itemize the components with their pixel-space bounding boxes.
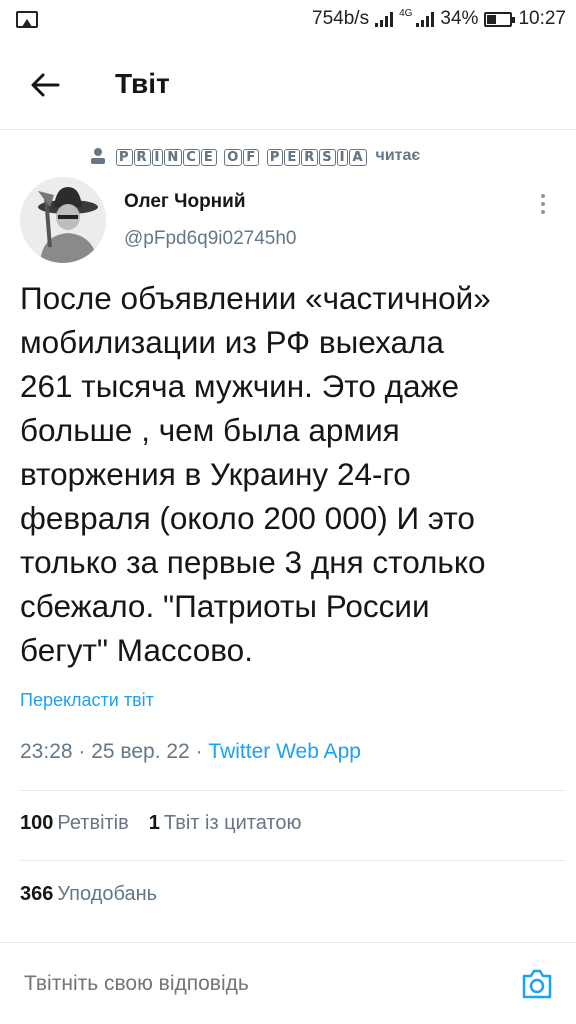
network-speed: 754b/s [312, 8, 370, 29]
avatar-image [20, 177, 106, 263]
reply-input[interactable] [24, 972, 464, 996]
quotes-stat[interactable]: 1 Твіт із цитатою [149, 812, 302, 835]
retweets-label: Ретвітів [57, 812, 129, 834]
tweet-meta: 23:28 · 25 вер. 22 · Twitter Web App [20, 740, 361, 764]
network-type: 4G [399, 8, 413, 19]
divider [20, 790, 566, 791]
meta-separator: · [195, 740, 209, 763]
battery-icon [484, 11, 516, 27]
context-user-name: PRINCE OF PERSIA [116, 146, 368, 166]
camera-icon[interactable] [520, 968, 554, 1000]
page-title: Твіт [115, 68, 170, 99]
likes-label: Уподобань [57, 883, 158, 905]
tweet-time: 23:28 [20, 740, 73, 763]
signal-icon-2 [416, 11, 435, 27]
tweet-text: После объявлении «частичной» мобилизации… [20, 280, 491, 668]
likes-stats: 366 Уподобань [20, 883, 157, 906]
retweet-stats: 100 Ретвітів 1 Твіт із цитатою [20, 812, 302, 835]
divider [20, 860, 566, 861]
translate-tweet-link[interactable]: Перекласти твіт [20, 690, 154, 711]
quotes-label: Твіт із цитатою [163, 812, 302, 834]
person-icon [91, 148, 105, 164]
reply-bar [0, 942, 576, 1024]
context-action: читає [375, 147, 421, 164]
social-context[interactable]: PRINCE OF PERSIA читає [88, 146, 420, 166]
retweets-stat[interactable]: 100 Ретвітів [20, 812, 129, 835]
likes-stat[interactable]: 366 Уподобань [20, 883, 157, 905]
battery-percent: 34% [440, 8, 479, 29]
author-handle[interactable]: @pFpd6q9i02745h0 [124, 228, 296, 250]
likes-count: 366 [20, 883, 54, 905]
more-options-icon[interactable] [536, 190, 550, 218]
clock: 10:27 [518, 8, 566, 29]
author-name[interactable]: Олег Чорний [124, 191, 246, 213]
image-notification-icon [16, 10, 38, 28]
signal-icon [375, 11, 394, 27]
retweets-count: 100 [20, 812, 54, 834]
avatar[interactable] [20, 177, 106, 263]
tweet-date: 25 вер. 22 [91, 740, 190, 763]
quotes-count: 1 [148, 812, 160, 834]
tweet-source-app[interactable]: Twitter Web App [208, 740, 361, 763]
meta-separator: · [78, 740, 92, 763]
status-bar: 754b/s 4G 34% 10:27 [0, 0, 576, 38]
back-arrow-icon[interactable] [28, 68, 62, 102]
top-bar: Твіт [0, 38, 576, 130]
